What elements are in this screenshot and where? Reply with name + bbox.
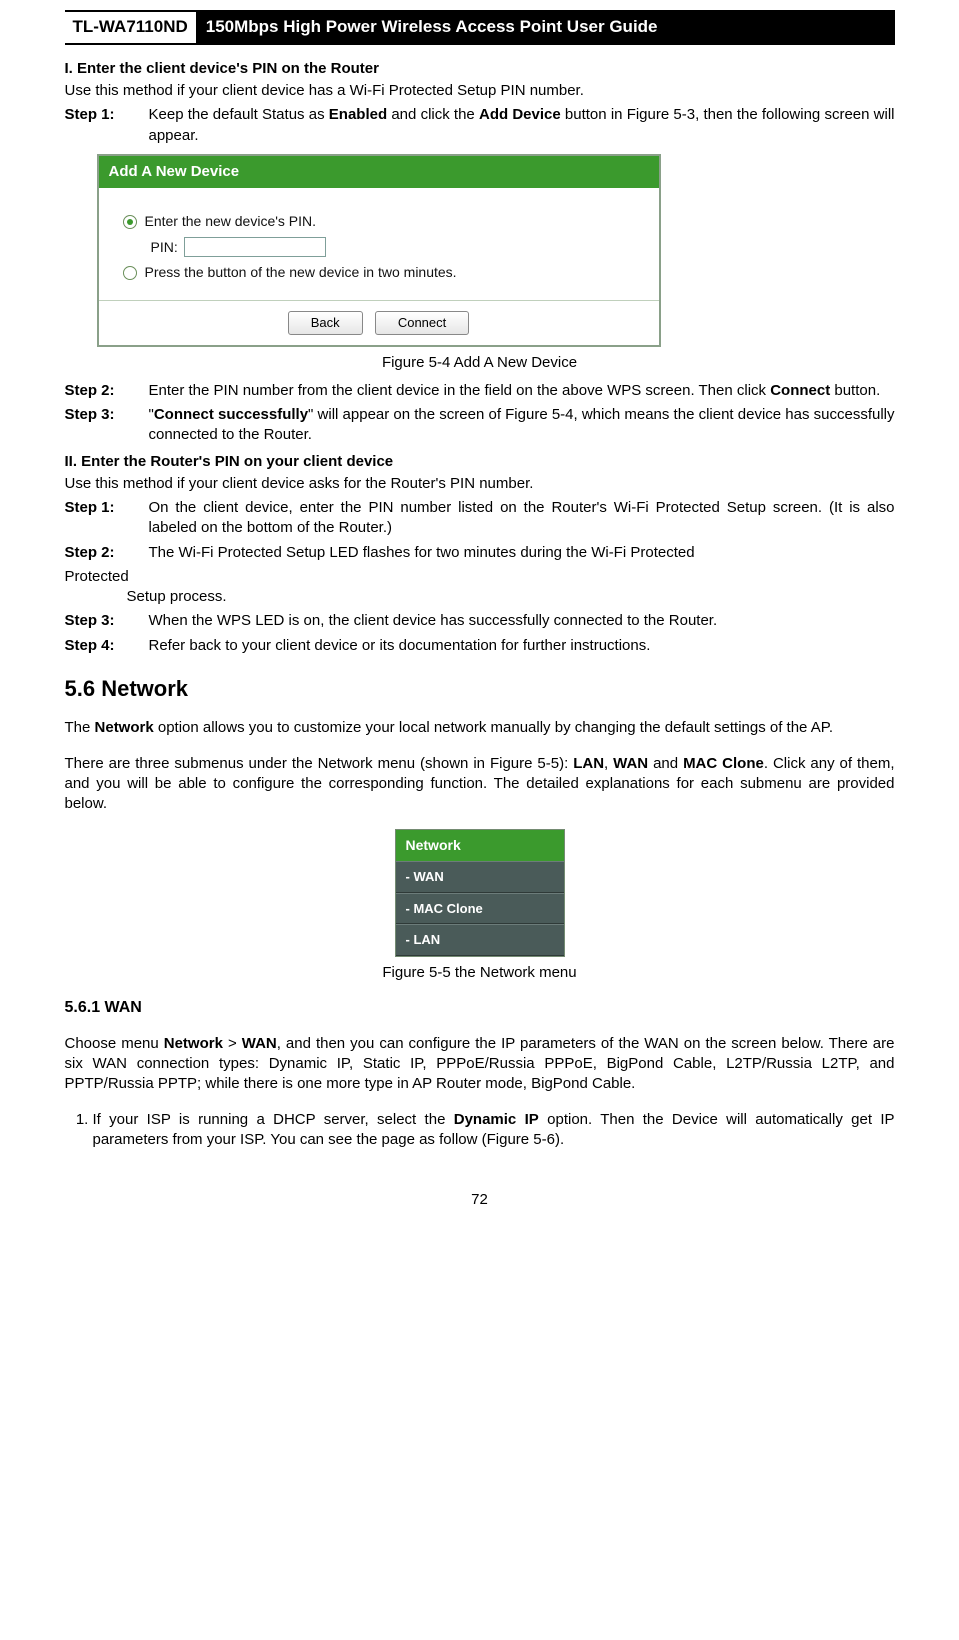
- radio-icon: [123, 266, 137, 280]
- step-body: Keep the default Status as Enabled and c…: [145, 105, 895, 146]
- section-5-6-heading: 5.6 Network: [65, 674, 895, 704]
- radio-label: Press the button of the new device in tw…: [145, 263, 457, 282]
- section-ii-heading: II. Enter the Router's PIN on your clien…: [65, 452, 895, 472]
- step-label: Step 3:: [65, 611, 145, 631]
- step-label: Step 2:: [65, 543, 145, 563]
- section-ii-intro: Use this method if your client device as…: [65, 474, 895, 494]
- page-header: TL-WA7110ND 150Mbps High Power Wireless …: [65, 10, 895, 45]
- ii-step-1-row: Step 1: On the client device, enter the …: [65, 498, 895, 539]
- panel-buttons: Back Connect: [99, 300, 659, 345]
- section-i-intro: Use this method if your client device ha…: [65, 81, 895, 101]
- step-1-row: Step 1: Keep the default Status as Enabl…: [65, 105, 895, 146]
- menu-item-mac-clone[interactable]: - MAC Clone: [396, 893, 564, 925]
- connect-button[interactable]: Connect: [375, 311, 469, 335]
- step-2-row: Step 2: Enter the PIN number from the cl…: [65, 381, 895, 401]
- page-number: 72: [65, 1190, 895, 1210]
- ii-step-3-row: Step 3: When the WPS LED is on, the clie…: [65, 611, 895, 631]
- section-i-heading: I. Enter the client device's PIN on the …: [65, 59, 895, 79]
- ii-step-2-cont: Setup process.: [65, 587, 895, 607]
- model-number: TL-WA7110ND: [65, 12, 196, 43]
- step-label: Step 1:: [65, 105, 145, 146]
- guide-title: 150Mbps High Power Wireless Access Point…: [196, 12, 895, 43]
- menu-item-lan[interactable]: - LAN: [396, 924, 564, 956]
- panel-title: Add A New Device: [99, 156, 659, 188]
- section-5-6-1-heading: 5.6.1 WAN: [65, 997, 895, 1019]
- step-label: Step 1:: [65, 498, 145, 539]
- step-body: Enter the PIN number from the client dev…: [145, 381, 895, 401]
- step-label: Step 3:: [65, 405, 145, 446]
- wan-para-1: Choose menu Network > WAN, and then you …: [65, 1034, 895, 1095]
- pin-row: PIN:: [151, 237, 635, 257]
- wan-list: If your ISP is running a DHCP server, se…: [65, 1110, 895, 1151]
- step-body: When the WPS LED is on, the client devic…: [145, 611, 895, 631]
- menu-head-network[interactable]: Network: [396, 830, 564, 861]
- radio-icon: [123, 215, 137, 229]
- radio-label: Enter the new device's PIN.: [145, 212, 317, 231]
- step-label: Step 2:: [65, 381, 145, 401]
- pin-label: PIN:: [151, 238, 178, 257]
- ii-step-4-row: Step 4: Refer back to your client device…: [65, 636, 895, 656]
- menu-item-wan[interactable]: - WAN: [396, 861, 564, 893]
- step-3-row: Step 3: "Connect successfully" will appe…: [65, 405, 895, 446]
- add-device-panel: Add A New Device Enter the new device's …: [97, 154, 661, 347]
- ii-step-2-row: Step 2: The Wi-Fi Protected Setup LED fl…: [65, 543, 895, 563]
- step-label: Step 4:: [65, 636, 145, 656]
- figure-5-5-caption: Figure 5-5 the Network menu: [65, 963, 895, 983]
- step-body: The Wi-Fi Protected Setup LED flashes fo…: [145, 543, 895, 563]
- ii-step-2-protected: Protected: [65, 567, 895, 587]
- figure-5-4-caption: Figure 5-4 Add A New Device: [65, 353, 895, 373]
- step-body: On the client device, enter the PIN numb…: [145, 498, 895, 539]
- pin-input[interactable]: [184, 237, 326, 257]
- network-para-2: There are three submenus under the Netwo…: [65, 754, 895, 815]
- list-item: If your ISP is running a DHCP server, se…: [93, 1110, 895, 1151]
- step-body: "Connect successfully" will appear on th…: [145, 405, 895, 446]
- step-body: Refer back to your client device or its …: [145, 636, 895, 656]
- radio-enter-pin[interactable]: Enter the new device's PIN.: [123, 212, 635, 231]
- network-para-1: The Network option allows you to customi…: [65, 718, 895, 738]
- back-button[interactable]: Back: [288, 311, 363, 335]
- radio-press-button[interactable]: Press the button of the new device in tw…: [123, 263, 635, 282]
- network-menu: Network - WAN - MAC Clone - LAN: [395, 829, 565, 957]
- panel-body: Enter the new device's PIN. PIN: Press t…: [99, 188, 659, 300]
